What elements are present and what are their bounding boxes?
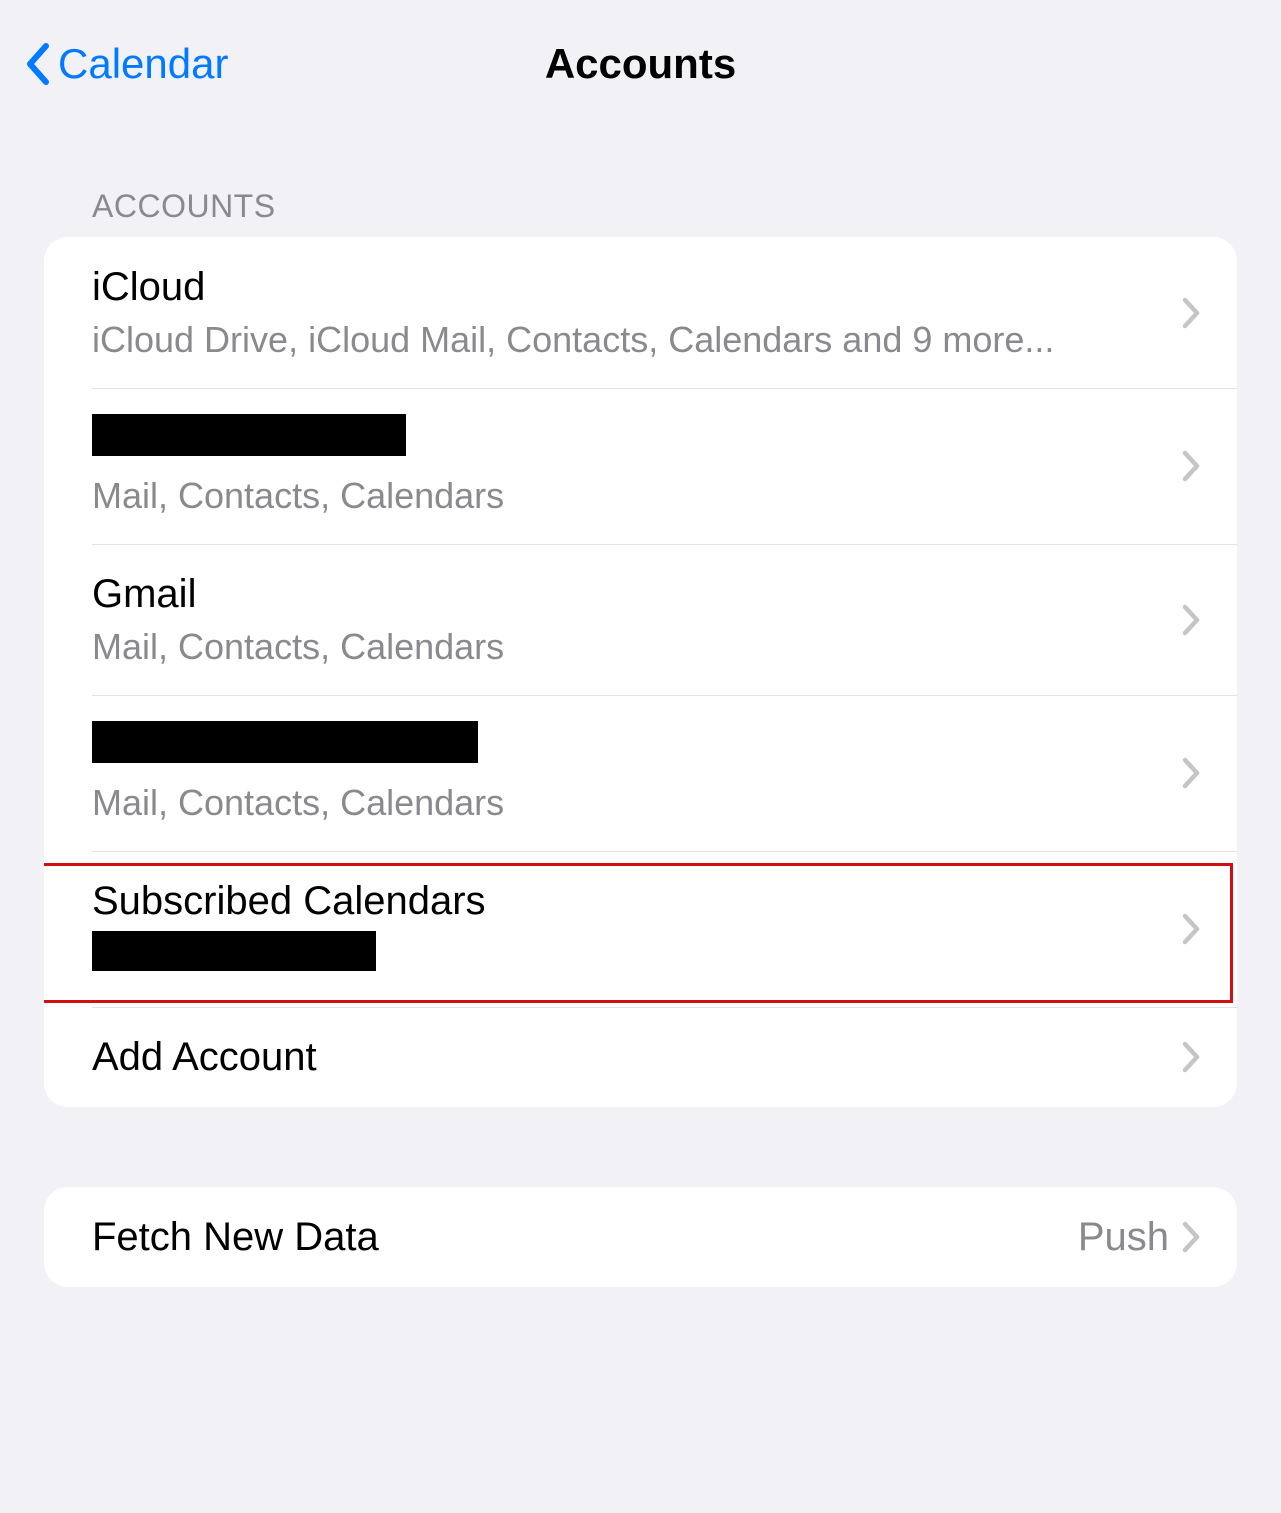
chevron-right-icon bbox=[1181, 603, 1201, 637]
account-row-redacted-2[interactable]: Mail, Contacts, Calendars bbox=[44, 695, 1237, 851]
navigation-bar: Calendar Accounts bbox=[0, 0, 1281, 128]
account-row-gmail[interactable]: Gmail Mail, Contacts, Calendars bbox=[44, 544, 1237, 695]
chevron-right-icon bbox=[1181, 756, 1201, 790]
chevron-right-icon bbox=[1181, 449, 1201, 483]
fetch-value: Push bbox=[1078, 1215, 1169, 1260]
add-account-row[interactable]: Add Account bbox=[44, 1007, 1237, 1107]
account-subtitle: Mail, Contacts, Calendars bbox=[92, 624, 1181, 669]
back-label: Calendar bbox=[58, 40, 228, 88]
account-title bbox=[92, 414, 1181, 467]
fetch-label: Fetch New Data bbox=[92, 1213, 1078, 1261]
account-subtitle bbox=[92, 931, 1181, 981]
account-title: iCloud bbox=[92, 263, 1181, 311]
fetch-group: Fetch New Data Push bbox=[44, 1187, 1237, 1287]
chevron-right-icon bbox=[1181, 296, 1201, 330]
account-subtitle: iCloud Drive, iCloud Mail, Contacts, Cal… bbox=[92, 317, 1181, 362]
account-row-icloud[interactable]: iCloud iCloud Drive, iCloud Mail, Contac… bbox=[44, 237, 1237, 388]
add-account-label: Add Account bbox=[92, 1033, 1181, 1081]
chevron-left-icon bbox=[24, 42, 52, 86]
redacted-block bbox=[92, 414, 406, 456]
chevron-right-icon bbox=[1181, 1040, 1201, 1074]
section-header-accounts: ACCOUNTS bbox=[44, 128, 1237, 237]
account-title bbox=[92, 721, 1181, 774]
account-title: Gmail bbox=[92, 570, 1181, 618]
account-row-subscribed-calendars[interactable]: Subscribed Calendars bbox=[44, 851, 1237, 1007]
redacted-block bbox=[92, 721, 478, 763]
chevron-right-icon bbox=[1181, 1220, 1201, 1254]
fetch-new-data-row[interactable]: Fetch New Data Push bbox=[44, 1187, 1237, 1287]
back-button[interactable]: Calendar bbox=[24, 40, 228, 88]
redacted-block bbox=[92, 931, 376, 971]
account-title: Subscribed Calendars bbox=[92, 877, 1181, 925]
account-subtitle: Mail, Contacts, Calendars bbox=[92, 780, 1181, 825]
account-subtitle: Mail, Contacts, Calendars bbox=[92, 473, 1181, 518]
chevron-right-icon bbox=[1181, 912, 1201, 946]
account-row-redacted-1[interactable]: Mail, Contacts, Calendars bbox=[44, 388, 1237, 544]
accounts-group: iCloud iCloud Drive, iCloud Mail, Contac… bbox=[44, 237, 1237, 1107]
